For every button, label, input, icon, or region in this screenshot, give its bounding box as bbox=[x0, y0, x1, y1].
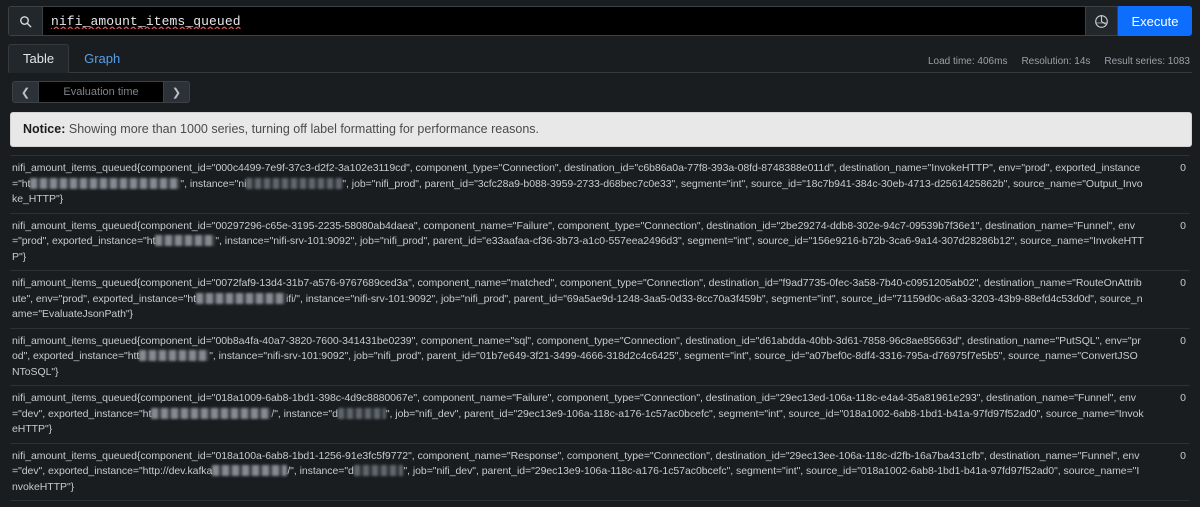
table-row: nifi_amount_items_queued{component_id="0… bbox=[10, 444, 1190, 501]
redacted-value bbox=[139, 350, 210, 361]
tab-table[interactable]: Table bbox=[8, 44, 70, 73]
series-value: 0 bbox=[1180, 162, 1186, 174]
redacted-value bbox=[196, 292, 286, 304]
result-view-tabs: Table Graph Load time: 406ms Resolution:… bbox=[8, 44, 1192, 73]
series-labels: nifi_amount_items_queued{component_id="0… bbox=[12, 449, 1144, 496]
table-row: nifi_amount_items_queued{component_id="0… bbox=[10, 214, 1190, 271]
chevron-left-icon[interactable]: ❮ bbox=[13, 82, 39, 102]
evaluation-time-row: ❮ ❯ bbox=[12, 81, 1192, 103]
query-bar: Execute bbox=[8, 6, 1192, 36]
series-labels: nifi_amount_items_queued{component_id="0… bbox=[12, 276, 1144, 323]
notice-banner: Notice: Showing more than 1000 series, t… bbox=[10, 112, 1192, 147]
series-value: 0 bbox=[1180, 392, 1186, 404]
table-row: nifi_amount_items_queued{component_id="0… bbox=[10, 501, 1190, 507]
series-value: 0 bbox=[1180, 219, 1186, 232]
series-value: 0 bbox=[1180, 277, 1186, 289]
metrics-explorer-icon[interactable] bbox=[1086, 6, 1118, 36]
stat-result-series: Result series: 1083 bbox=[1104, 56, 1190, 67]
evaluation-time-input[interactable] bbox=[39, 82, 163, 102]
prometheus-expression-browser: Execute Table Graph Load time: 406ms Res… bbox=[0, 6, 1200, 507]
series-labels: nifi_amount_items_queued{component_id="0… bbox=[12, 219, 1144, 266]
redacted-value bbox=[30, 177, 181, 189]
result-table: nifi_amount_items_queued{component_id="0… bbox=[10, 155, 1190, 507]
redacted-value bbox=[353, 465, 404, 476]
redacted-value bbox=[155, 235, 216, 246]
redacted-value bbox=[337, 407, 386, 419]
table-row: nifi_amount_items_queued{component_id="0… bbox=[10, 271, 1190, 329]
series-label-text: ", instance="ni bbox=[180, 177, 247, 190]
expression-input[interactable] bbox=[43, 7, 1085, 35]
redacted-value bbox=[151, 407, 272, 419]
series-labels: nifi_amount_items_queued{component_id="0… bbox=[12, 391, 1144, 438]
tab-graph[interactable]: Graph bbox=[69, 44, 135, 73]
chevron-right-icon[interactable]: ❯ bbox=[163, 82, 189, 102]
series-labels: nifi_amount_items_queued{component_id="0… bbox=[12, 161, 1144, 208]
table-row: nifi_amount_items_queued{component_id="0… bbox=[10, 329, 1190, 386]
redacted-value bbox=[246, 177, 343, 189]
redacted-value bbox=[212, 465, 288, 476]
notice-prefix: Notice: bbox=[23, 122, 66, 136]
series-value: 0 bbox=[1180, 449, 1186, 462]
search-icon[interactable] bbox=[9, 7, 43, 35]
evaluation-time-control: ❮ ❯ bbox=[12, 81, 190, 103]
series-labels: nifi_amount_items_queued{component_id="0… bbox=[12, 334, 1144, 381]
series-label-text: /", instance="d bbox=[287, 465, 354, 477]
table-row: nifi_amount_items_queued{component_id="0… bbox=[10, 156, 1190, 214]
stat-load-time: Load time: 406ms bbox=[927, 56, 1008, 67]
query-stats: Load time: 406ms Resolution: 14s Result … bbox=[928, 56, 1190, 67]
series-value: 0 bbox=[1180, 334, 1186, 347]
expression-input-group bbox=[8, 6, 1086, 36]
stat-resolution: Resolution: 14s bbox=[1021, 56, 1091, 67]
series-label-text: /", instance="d bbox=[271, 407, 338, 420]
table-row: nifi_amount_items_queued{component_id="0… bbox=[10, 386, 1190, 444]
execute-button[interactable]: Execute bbox=[1118, 6, 1192, 36]
notice-text: Showing more than 1000 series, turning o… bbox=[68, 122, 540, 136]
